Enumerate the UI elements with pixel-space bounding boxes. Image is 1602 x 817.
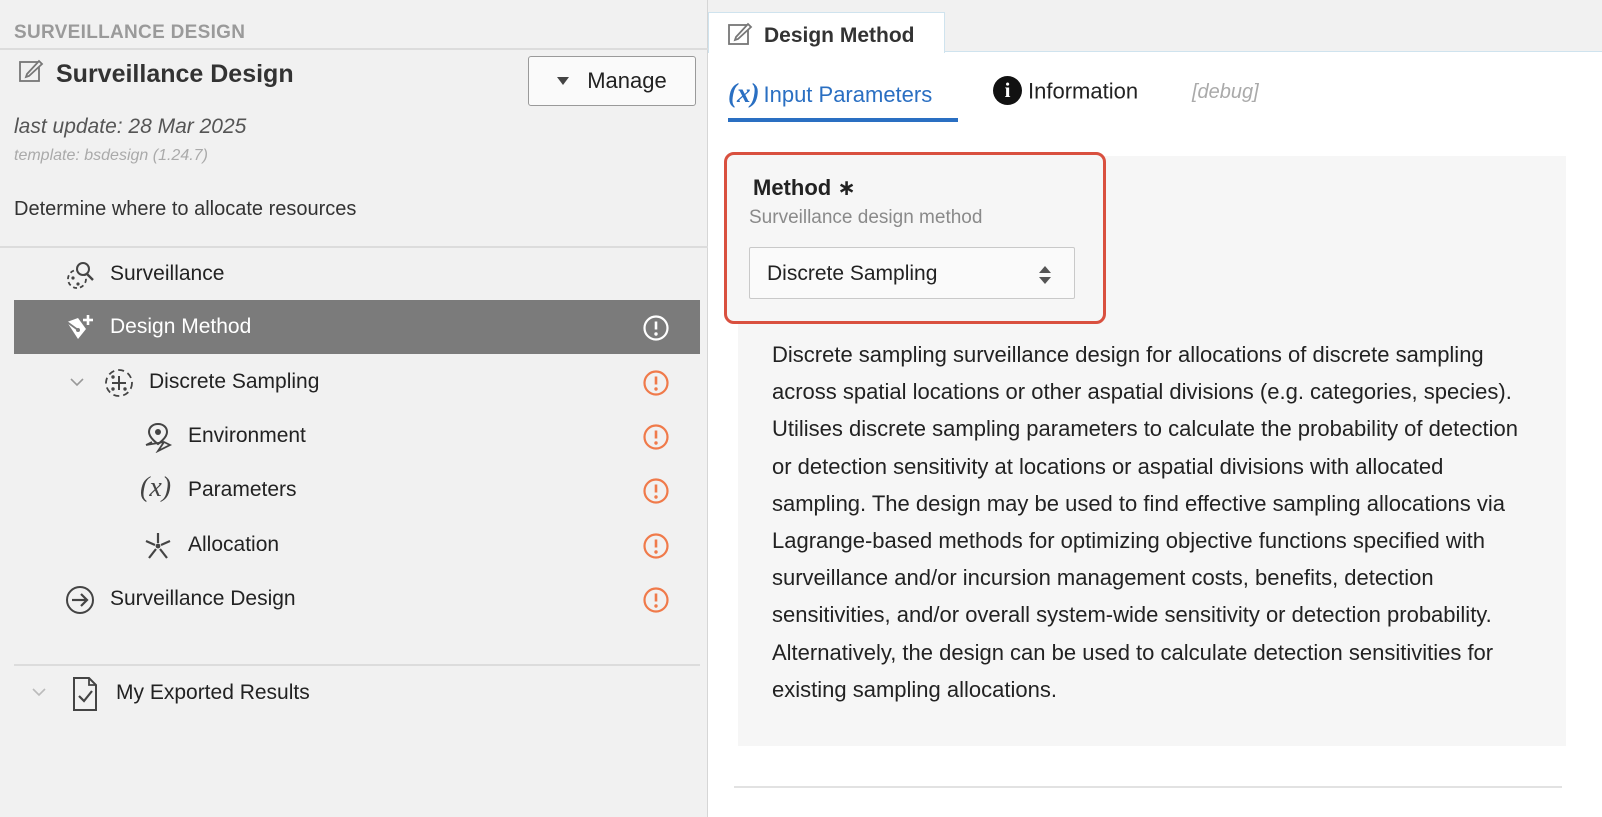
- content-panel: Design Method (x) Input Parameters i Infor…: [708, 0, 1602, 817]
- tree-item-allocation[interactable]: Allocation: [14, 518, 700, 572]
- project-title: Surveillance Design: [56, 60, 294, 88]
- exported-results-icon: [73, 677, 97, 711]
- warning-icon: [643, 370, 669, 396]
- required-marker: ∗: [837, 175, 856, 200]
- warning-icon: [643, 478, 669, 504]
- method-field-group: Method ∗ Surveillance design method Disc…: [724, 152, 1106, 324]
- tab-information[interactable]: i Information: [993, 76, 1173, 122]
- tree-item-environment[interactable]: Environment: [14, 409, 700, 463]
- tree-item-label: Discrete Sampling: [149, 370, 320, 393]
- tree-item-discrete-sampling[interactable]: Discrete Sampling: [14, 355, 700, 409]
- tree-item-label: My Exported Results: [116, 681, 310, 704]
- template-version: template: bsdesign (1.24.7): [14, 147, 208, 164]
- warning-icon: [643, 315, 669, 341]
- manage-label: Manage: [587, 68, 667, 93]
- parameters-icon: (x): [728, 78, 760, 108]
- parameters-icon: (x): [140, 472, 172, 503]
- last-update: last update: 28 Mar 2025: [14, 115, 247, 138]
- divider: [0, 48, 708, 50]
- discrete-sampling-icon: [105, 369, 133, 397]
- tab-debug[interactable]: [debug]: [1192, 81, 1302, 125]
- caret-down-icon: [557, 77, 570, 86]
- tab-label: Information: [1028, 78, 1139, 104]
- document-tab-strip: Design Method: [708, 0, 1602, 53]
- project-description: Determine where to allocate resources: [14, 198, 357, 220]
- warning-icon: [643, 424, 669, 450]
- tab-label: Design Method: [764, 24, 915, 47]
- edit-document-icon: [728, 22, 753, 45]
- select-arrows-icon: [1039, 266, 1051, 284]
- warning-icon: [643, 587, 669, 613]
- tree-item-label: Environment: [188, 424, 306, 447]
- arrow-right-circle-icon: [66, 586, 94, 614]
- tree-item-label: Allocation: [188, 533, 280, 556]
- tree-item-exported-results[interactable]: My Exported Results: [0, 666, 708, 720]
- divider: [734, 786, 1562, 788]
- tree-item-surveillance-design[interactable]: Surveillance Design: [14, 572, 700, 626]
- tab-label: Input Parameters: [763, 82, 933, 107]
- method-selected-value: Discrete Sampling: [767, 262, 938, 285]
- tree-item-label: Design Method: [110, 315, 252, 338]
- tree-item-design-method[interactable]: Design Method: [14, 300, 700, 354]
- tree-item-parameters[interactable]: (x) Parameters: [14, 463, 700, 517]
- method-hint: Surveillance design method: [749, 207, 983, 228]
- edit-document-icon: [19, 59, 44, 82]
- method-select[interactable]: Discrete Sampling: [749, 247, 1075, 299]
- section-title: SURVEILLANCE DESIGN: [14, 22, 246, 43]
- navigation-panel: SURVEILLANCE DESIGN Surveillance Design …: [0, 0, 708, 817]
- method-label: Method ∗: [753, 175, 856, 200]
- tree-item-surveillance[interactable]: Surveillance: [14, 247, 700, 301]
- chevron-down-icon[interactable]: [70, 375, 84, 389]
- tree-item-label: Parameters: [188, 478, 297, 501]
- design-method-icon: [66, 315, 93, 339]
- warning-icon: [643, 533, 669, 559]
- tree-item-label: Surveillance Design: [110, 587, 296, 610]
- tree-item-label: Surveillance: [110, 262, 225, 285]
- chevron-down-icon[interactable]: [32, 685, 46, 699]
- tab-design-method[interactable]: Design Method: [708, 12, 945, 53]
- surveillance-icon: [67, 262, 94, 289]
- environment-icon: [145, 422, 173, 453]
- tab-input-parameters[interactable]: (x) Input Parameters: [728, 78, 958, 122]
- manage-button[interactable]: Manage: [528, 56, 696, 106]
- info-icon: i: [993, 76, 1022, 105]
- allocation-icon: [145, 533, 171, 559]
- method-description: Discrete sampling surveillance design fo…: [772, 342, 1518, 702]
